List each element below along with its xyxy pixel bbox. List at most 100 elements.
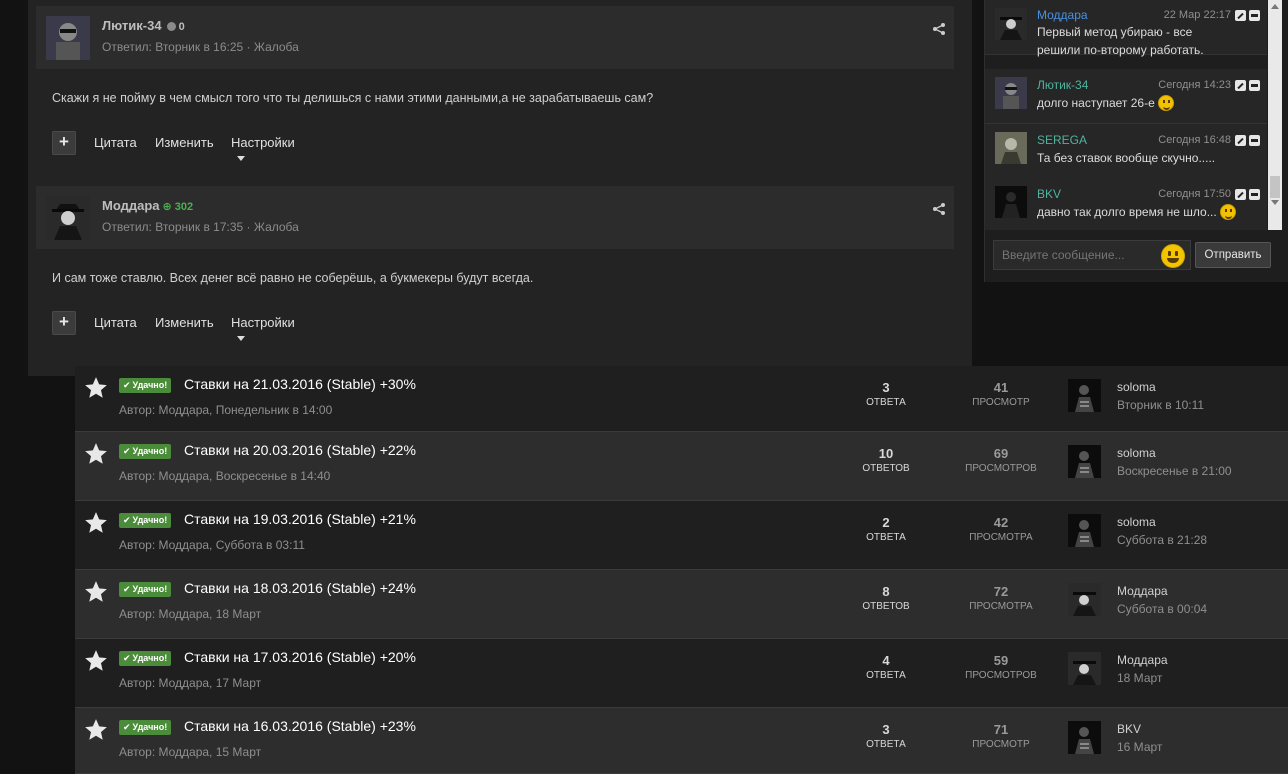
avatar[interactable] bbox=[1068, 583, 1101, 616]
post-author[interactable]: Лютик-34 0 bbox=[102, 18, 185, 33]
edit-icon[interactable] bbox=[1235, 189, 1246, 200]
settings-dropdown[interactable]: Настройки bbox=[231, 135, 295, 165]
topic-row[interactable]: ✔ Удачно! Ставки на 20.03.2016 (Stable) +2… bbox=[75, 432, 1288, 501]
topic-row[interactable]: ✔ Удачно! Ставки на 17.03.2016 (Stable) +2… bbox=[75, 639, 1288, 708]
delete-icon[interactable] bbox=[1249, 189, 1260, 200]
avatar[interactable] bbox=[995, 132, 1027, 164]
star-icon[interactable] bbox=[83, 510, 109, 536]
avatar[interactable] bbox=[46, 196, 90, 240]
prefix-badge[interactable]: ✔ Удачно! bbox=[119, 720, 172, 735]
topic-row[interactable]: ✔ Удачно! Ставки на 21.03.2016 (Stable) +3… bbox=[75, 366, 1288, 432]
avatar[interactable] bbox=[1068, 652, 1101, 685]
prefix-badge[interactable]: ✔ Удачно! bbox=[119, 651, 172, 666]
last-poster-link[interactable]: Моддара bbox=[1117, 653, 1168, 667]
edit-icon[interactable] bbox=[1235, 80, 1246, 91]
star-icon[interactable] bbox=[83, 441, 109, 467]
chat-message: Моддара 22 Мар 22:17 Первый метод убираю… bbox=[985, 0, 1267, 57]
avatar[interactable] bbox=[1068, 514, 1101, 547]
prefix-badge[interactable]: ✔ Удачно! bbox=[119, 513, 172, 528]
plus-button[interactable]: + bbox=[52, 131, 76, 155]
last-poster-link[interactable]: Моддара bbox=[1117, 584, 1168, 598]
share-icon[interactable] bbox=[932, 202, 946, 216]
author-name[interactable]: Лютик-34 bbox=[102, 18, 162, 33]
chat-author[interactable]: BKV bbox=[1037, 187, 1061, 201]
chat-author[interactable]: Лютик-34 bbox=[1037, 78, 1088, 92]
badge-label: Удачно! bbox=[132, 584, 168, 594]
avatar[interactable] bbox=[1068, 379, 1101, 412]
scroll-up-icon[interactable] bbox=[1271, 4, 1279, 9]
badge-label: Удачно! bbox=[132, 380, 168, 390]
scroll-down-icon[interactable] bbox=[1271, 200, 1279, 205]
emoji-picker-icon[interactable] bbox=[1161, 244, 1185, 268]
post-author[interactable]: Моддара ⊕ 302 bbox=[102, 198, 193, 213]
prefix-badge[interactable]: ✔ Удачно! bbox=[119, 582, 172, 597]
topic-title-link[interactable]: Ставки на 16.03.2016 (Stable) +23% bbox=[184, 718, 416, 734]
last-post-time: 16 Март bbox=[1117, 740, 1163, 754]
reputation-plus-icon: ⊕ bbox=[162, 201, 172, 213]
author-name[interactable]: Моддара bbox=[102, 198, 160, 213]
share-icon[interactable] bbox=[932, 22, 946, 36]
chat-scrollbar[interactable] bbox=[1268, 0, 1282, 230]
send-button[interactable]: Отправить bbox=[1195, 242, 1271, 268]
avatar[interactable] bbox=[1068, 445, 1101, 478]
edit-button[interactable]: Изменить bbox=[155, 315, 214, 330]
views-count: 69 bbox=[993, 446, 1009, 461]
report-link[interactable]: Жалоба bbox=[254, 40, 299, 54]
avatar[interactable] bbox=[995, 77, 1027, 109]
badge-label: Удачно! bbox=[132, 722, 168, 732]
topic-title-link[interactable]: Ставки на 20.03.2016 (Stable) +22% bbox=[184, 442, 416, 458]
replies-stat: 3 ОТВЕТА bbox=[846, 380, 926, 408]
scroll-thumb[interactable] bbox=[1270, 176, 1280, 198]
replies-label: ОТВЕТА bbox=[866, 739, 906, 750]
avatar[interactable] bbox=[995, 186, 1027, 218]
last-poster-link[interactable]: BKV bbox=[1117, 722, 1141, 736]
last-poster-link[interactable]: soloma bbox=[1117, 515, 1156, 529]
reputation-count: 0 bbox=[178, 21, 185, 33]
edit-button[interactable]: Изменить bbox=[155, 135, 214, 150]
delete-icon[interactable] bbox=[1249, 135, 1260, 146]
topic-row[interactable]: ✔ Удачно! Ставки на 18.03.2016 (Stable) +2… bbox=[75, 570, 1288, 639]
report-link[interactable]: Жалоба bbox=[254, 220, 299, 234]
star-icon[interactable] bbox=[83, 717, 109, 743]
topics-list: ✔ Удачно! Ставки на 21.03.2016 (Stable) +3… bbox=[75, 366, 1288, 774]
avatar[interactable] bbox=[46, 16, 90, 60]
quote-button[interactable]: Цитата bbox=[94, 135, 137, 150]
topic-title-link[interactable]: Ставки на 17.03.2016 (Stable) +20% bbox=[184, 649, 416, 665]
topic-title-link[interactable]: Ставки на 21.03.2016 (Stable) +30% bbox=[184, 376, 416, 392]
chat-text: долго наступает 26-е bbox=[1037, 94, 1237, 112]
chat-time: Сегодня 16:48 bbox=[1158, 134, 1231, 146]
delete-icon[interactable] bbox=[1249, 10, 1260, 21]
caret-down-icon bbox=[237, 336, 245, 342]
topic-author: Автор: Моддара, 15 Март bbox=[119, 745, 262, 759]
prefix-badge[interactable]: ✔ Удачно! bbox=[119, 444, 172, 459]
last-poster-link[interactable]: soloma bbox=[1117, 446, 1156, 460]
delete-icon[interactable] bbox=[1249, 80, 1260, 91]
chat-author[interactable]: SEREGA bbox=[1037, 133, 1087, 147]
replies-count: 8 bbox=[882, 584, 890, 599]
avatar[interactable] bbox=[995, 8, 1027, 40]
topic-row[interactable]: ✔ Удачно! Ставки на 19.03.2016 (Stable) +2… bbox=[75, 501, 1288, 570]
replies-stat: 8 ОТВЕТОВ bbox=[846, 584, 926, 612]
avatar[interactable] bbox=[1068, 721, 1101, 754]
topic-title-link[interactable]: Ставки на 18.03.2016 (Stable) +24% bbox=[184, 580, 416, 596]
chat-tools bbox=[1235, 10, 1261, 21]
chat-input-row: Отправить bbox=[985, 236, 1285, 276]
last-poster-link[interactable]: soloma bbox=[1117, 380, 1156, 394]
topic-title-link[interactable]: Ставки на 19.03.2016 (Stable) +21% bbox=[184, 511, 416, 527]
edit-icon[interactable] bbox=[1235, 135, 1246, 146]
topic-row[interactable]: ✔ Удачно! Ставки на 16.03.2016 (Stable) +2… bbox=[75, 708, 1288, 774]
edit-icon[interactable] bbox=[1235, 10, 1246, 21]
replies-label: ОТВЕТА bbox=[866, 532, 906, 543]
settings-dropdown[interactable]: Настройки bbox=[231, 315, 295, 345]
smiley-icon bbox=[1220, 204, 1237, 220]
star-icon[interactable] bbox=[83, 648, 109, 674]
topic-author: Автор: Моддара, Понедельник в 14:00 bbox=[119, 403, 333, 417]
star-icon[interactable] bbox=[83, 579, 109, 605]
post-meta: Ответил: Вторник в 16:25 · Жалоба bbox=[102, 40, 299, 54]
quote-button[interactable]: Цитата bbox=[94, 315, 137, 330]
prefix-badge[interactable]: ✔ Удачно! bbox=[119, 378, 172, 393]
star-icon[interactable] bbox=[83, 375, 109, 401]
chat-author[interactable]: Моддара bbox=[1037, 8, 1088, 22]
views-label: ПРОСМОТРОВ bbox=[965, 463, 1037, 474]
plus-button[interactable]: + bbox=[52, 311, 76, 335]
